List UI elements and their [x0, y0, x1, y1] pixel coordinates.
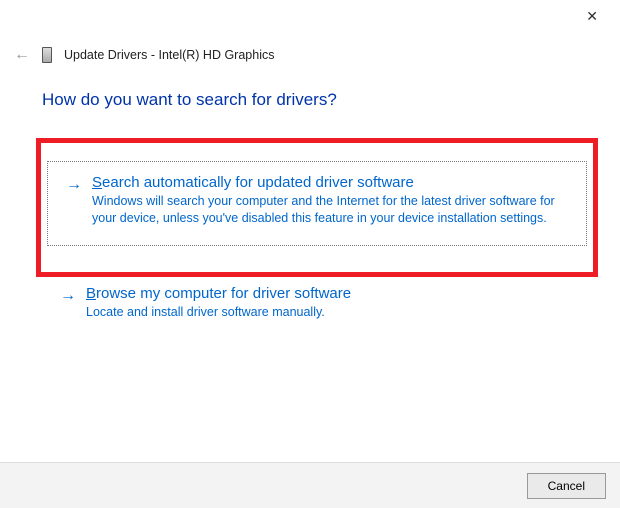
arrow-right-icon: → — [60, 285, 76, 307]
back-arrow-icon[interactable]: ← — [14, 46, 30, 64]
option-description: Windows will search your computer and th… — [92, 193, 568, 227]
arrow-right-icon: → — [66, 174, 82, 196]
page-heading: How do you want to search for drivers? — [42, 90, 584, 110]
cancel-button[interactable]: Cancel — [527, 473, 606, 499]
option-search-automatically[interactable]: → Search automatically for updated drive… — [47, 161, 587, 246]
close-button[interactable]: ✕ — [578, 4, 606, 28]
footer: Cancel — [0, 462, 620, 508]
highlight-box: → Search automatically for updated drive… — [36, 138, 598, 277]
option-title: Browse my computer for driver software — [86, 285, 584, 302]
header: ← Update Drivers - Intel(R) HD Graphics — [14, 46, 274, 64]
window-title: Update Drivers - Intel(R) HD Graphics — [64, 48, 274, 62]
device-icon — [42, 47, 52, 63]
option-title: Search automatically for updated driver … — [92, 174, 568, 191]
option-description: Locate and install driver software manua… — [86, 304, 584, 321]
option-browse-computer[interactable]: → Browse my computer for driver software… — [42, 285, 584, 321]
